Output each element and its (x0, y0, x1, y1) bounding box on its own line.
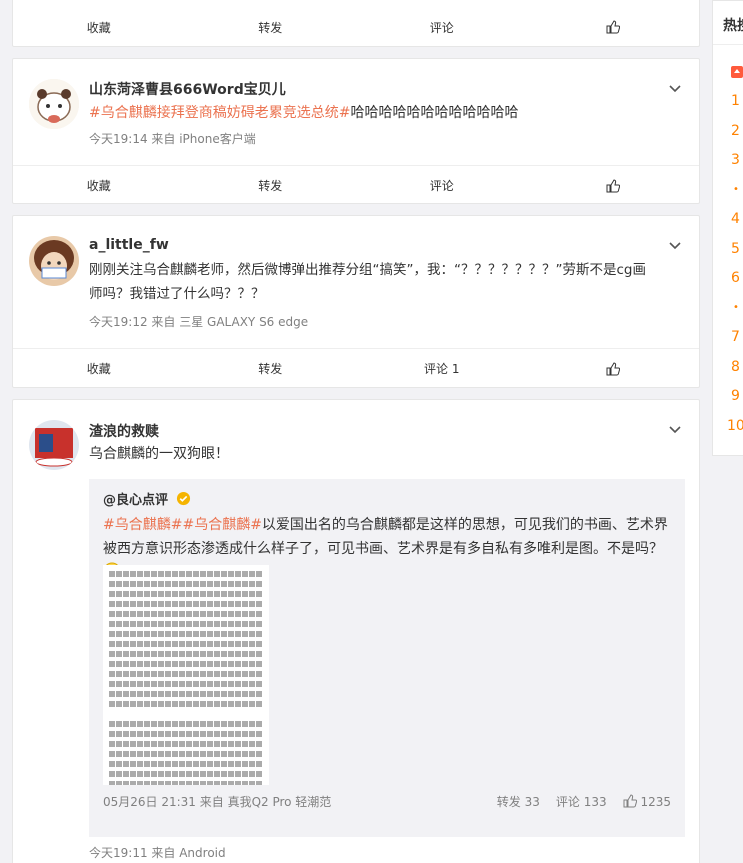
comment-button[interactable]: 评论 (356, 166, 528, 205)
post-meta: 今天19:11 来自 Android (89, 846, 226, 860)
hot-search-panel: 热搜 1 2 3 • 4 5 6 • 7 8 9 10 (712, 0, 743, 456)
username[interactable]: a_little_fw (89, 237, 169, 253)
attached-document-image[interactable] (103, 565, 269, 785)
repost-count-link[interactable]: 转发 33 (497, 793, 540, 810)
hot-search-rank[interactable]: 9 (713, 382, 743, 412)
post-actions: 收藏 转发 评论 1 (13, 348, 699, 388)
hot-search-title: 热搜 (713, 1, 743, 45)
comment-count-link[interactable]: 评论 133 (556, 793, 607, 810)
repost-button[interactable]: 转发 (185, 349, 357, 388)
post-text: #乌合麒麟接拜登商稿妨碍老累竞选总统#哈哈哈哈哈哈哈哈哈哈哈哈 (89, 101, 659, 125)
post-body: 哈哈哈哈哈哈哈哈哈哈哈哈 (350, 105, 519, 121)
repost-button[interactable]: 转发 (185, 7, 357, 47)
favorite-button[interactable]: 收藏 (13, 349, 185, 388)
post-meta: 今天19:14 来自 iPhone客户端 (89, 132, 256, 146)
like-count: 1235 (640, 795, 671, 809)
post-meta: 今天19:12 来自 三星 GALAXY S6 edge (89, 315, 309, 329)
hot-search-ad-dot[interactable]: • (713, 293, 743, 323)
avatar[interactable] (29, 79, 79, 129)
post-card: a_little_fw 刚刚关注乌合麒麟老师，然后微博弹出推荐分组“搞笑”，我：… (12, 215, 700, 388)
repost-username[interactable]: @良心点评 (103, 489, 191, 508)
username[interactable]: 山东菏泽曹县666Word宝贝儿 (89, 79, 286, 99)
pinned-top-icon[interactable] (713, 57, 743, 87)
favorite-button[interactable]: 收藏 (13, 7, 185, 47)
post-actions: 收藏 转发 评论 (13, 7, 699, 47)
repost-box: @良心点评 #乌合麒麟##乌合麒麟#以爱国出名的乌合麒麟都是这样的思想，可见我们… (89, 479, 685, 837)
verified-badge-icon (176, 491, 190, 506)
hot-search-ad-dot[interactable]: • (713, 175, 743, 205)
repost-user-link[interactable]: @良心点评 (103, 493, 168, 508)
like-button[interactable] (528, 349, 700, 388)
hot-search-rank[interactable]: 7 (713, 323, 743, 353)
avatar-image (29, 236, 79, 286)
hot-search-rank[interactable]: 1 (713, 87, 743, 117)
avatar[interactable] (29, 420, 79, 470)
comment-button[interactable]: 评论 1 (356, 349, 528, 388)
hot-search-rank[interactable]: 3 (713, 146, 743, 176)
thumbs-up-icon (623, 794, 637, 808)
repost-meta: 05月26日 21:31 来自 真我Q2 Pro 轻潮范 (103, 795, 332, 809)
hashtag-link[interactable]: #乌合麒麟接拜登商稿妨碍老累竞选总统# (89, 105, 350, 121)
comment-button[interactable]: 评论 (356, 7, 528, 47)
post-text-line: 刚刚关注乌合麒麟老师，然后微博弹出推荐分组“搞笑”，我：“？？？？？？？”劳斯不… (89, 262, 646, 278)
hashtag-link[interactable]: #乌合麒麟##乌合麒麟# (103, 517, 262, 533)
hot-search-ranks: 1 2 3 • 4 5 6 • 7 8 9 10 (713, 45, 743, 441)
hot-search-rank[interactable]: 6 (713, 264, 743, 294)
post-actions: 收藏 转发 评论 (13, 165, 699, 205)
hot-search-rank[interactable]: 4 (713, 205, 743, 235)
chevron-down-icon[interactable] (669, 240, 681, 252)
like-button[interactable] (528, 7, 700, 47)
avatar-image (29, 79, 79, 129)
post-text: 刚刚关注乌合麒麟老师，然后微博弹出推荐分组“搞笑”，我：“？？？？？？？”劳斯不… (89, 258, 659, 306)
hot-search-rank[interactable]: 10 (713, 411, 743, 441)
post-card: 山东菏泽曹县666Word宝贝儿 #乌合麒麟接拜登商稿妨碍老累竞选总统#哈哈哈哈… (12, 58, 700, 204)
thumbs-up-icon (606, 361, 621, 375)
chevron-down-icon[interactable] (669, 83, 681, 95)
chevron-down-icon[interactable] (669, 424, 681, 436)
repost-stats: 转发 33 评论 133 1235 (497, 793, 671, 810)
avatar-image (29, 420, 79, 470)
username[interactable]: 渣浪的救赎 (89, 421, 159, 441)
hot-search-rank[interactable]: 8 (713, 352, 743, 382)
avatar[interactable] (29, 236, 79, 286)
hot-search-rank[interactable]: 5 (713, 234, 743, 264)
repost-button[interactable]: 转发 (185, 166, 357, 205)
post-card: 渣浪的救赎 乌合麒麟的一双狗眼！ @良心点评 #乌合麒麟##乌合麒麟#以爱国出名… (12, 399, 700, 863)
like-count-link[interactable]: 1235 (623, 794, 671, 809)
post-card: 收藏 转发 评论 (12, 0, 700, 47)
thumbs-up-icon (606, 178, 621, 192)
post-text-line: 师吗？我错过了什么吗？？？ (89, 286, 265, 302)
post-text: 乌合麒麟的一双狗眼！ (89, 446, 229, 462)
thumbs-up-icon (606, 20, 621, 34)
hot-search-rank[interactable]: 2 (713, 116, 743, 146)
favorite-button[interactable]: 收藏 (13, 166, 185, 205)
like-button[interactable] (528, 166, 700, 205)
